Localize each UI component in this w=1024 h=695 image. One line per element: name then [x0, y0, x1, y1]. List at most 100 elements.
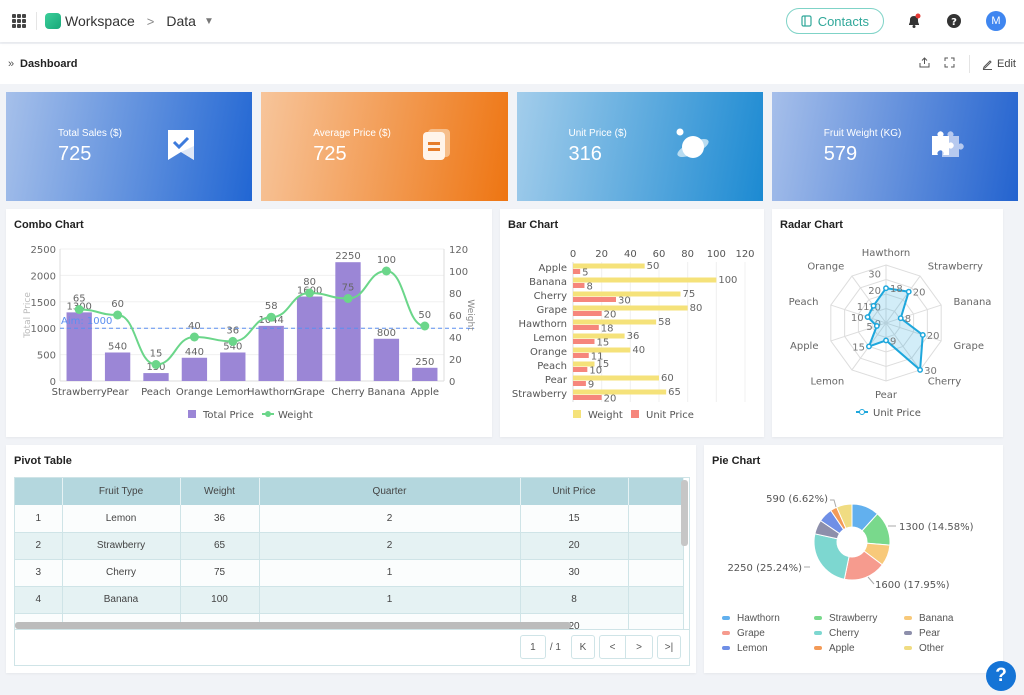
pie-legend-item[interactable]: Apple: [814, 643, 904, 654]
x-tick-label: Pear: [107, 387, 130, 398]
next-page-button[interactable]: >: [626, 635, 653, 659]
notification-bell-icon[interactable]: [906, 13, 922, 29]
kpi-card-average-price[interactable]: Average Price ($) 725: [261, 92, 508, 201]
pie-legend-item[interactable]: Pear: [904, 628, 974, 639]
user-avatar[interactable]: M: [986, 11, 1006, 31]
pie-legend-item[interactable]: Lemon: [722, 643, 814, 654]
expand-sidebar-icon[interactable]: »: [4, 55, 18, 73]
legend-label: Total Price: [202, 410, 254, 421]
legend-label: Grape: [737, 628, 765, 639]
pie-legend-item[interactable]: Strawberry: [814, 613, 904, 624]
pagination: 1 / 1 K < > >|: [519, 635, 681, 659]
radar-point: [883, 285, 889, 292]
help-float-button[interactable]: ?: [986, 661, 1016, 691]
cell-index: 1: [15, 505, 63, 533]
kpi-card-fruit-weight[interactable]: Fruit Weight (KG) 579: [771, 92, 1018, 201]
y-tick-label: Orange: [530, 347, 567, 358]
radar-axis-label: Banana: [954, 297, 992, 308]
legend-label: Cherry: [829, 628, 860, 639]
combo-chart: 05001000150020002500020406080100120Total…: [23, 245, 475, 421]
radar-data-label: 9: [890, 336, 896, 347]
pie-legend-item[interactable]: Banana: [904, 613, 974, 624]
y-tick-label: Grape: [537, 305, 568, 316]
bar: [373, 338, 400, 381]
bar-chart-card: Bar Chart 0 20 40 60 80 100 120 Apple 50 5 Banana 1…: [500, 209, 764, 437]
y-tick-label: 1000: [31, 324, 56, 335]
line-data-label: 65: [73, 294, 86, 305]
unit-price-data-label: 8: [586, 282, 592, 293]
legend-swatch: [814, 616, 822, 621]
cell-index: 3: [15, 559, 63, 587]
weight-data-label: 60: [661, 373, 674, 384]
last-page-button[interactable]: >|: [657, 635, 681, 659]
col-header-unit-price[interactable]: Unit Price: [520, 478, 629, 505]
divider: [969, 55, 971, 73]
legend-label: Banana: [919, 613, 954, 624]
y-tick-label: Lemon: [533, 333, 567, 344]
pie-slice-cherry: [813, 533, 850, 580]
radar-point: [919, 331, 926, 338]
chevron-down-icon[interactable]: ▼: [204, 16, 214, 27]
weight-data-label: 40: [632, 345, 645, 356]
contacts-button[interactable]: Contacts: [785, 8, 884, 34]
vertical-scrollbar[interactable]: [681, 480, 688, 546]
breadcrumb-workspace[interactable]: Workspace: [65, 13, 135, 29]
kpi-value: 725: [313, 143, 347, 165]
weight-data-label: 100: [718, 275, 737, 286]
cell-unit-price: 30: [520, 559, 629, 587]
weight-data-label: 65: [668, 387, 681, 398]
first-page-button[interactable]: K: [571, 635, 595, 659]
horizontal-scrollbar[interactable]: [15, 622, 571, 629]
radar-axis-label: Cherry: [928, 376, 962, 387]
pie-legend-item[interactable]: Cherry: [814, 628, 904, 639]
table-row[interactable]: 2 Strawberry 65 2 20: [15, 532, 684, 560]
radar-chart: Hawthorn Strawberry Banana Grape Cherry Pear L…: [789, 248, 992, 419]
kpi-label: Fruit Weight (KG): [823, 128, 902, 139]
legend-label: Unit Price: [873, 408, 921, 419]
kpi-card-unit-price[interactable]: Unit Price ($) 316: [516, 92, 763, 201]
x-tick-label: Lemon: [216, 387, 250, 398]
pie-legend-item[interactable]: Other: [904, 643, 974, 654]
share-export-icon[interactable]: [919, 57, 930, 71]
kpi-card-total-sales[interactable]: Total Sales ($) 725: [6, 92, 253, 201]
cell-fruit-type: Strawberry: [62, 532, 181, 560]
pie-data-label: 2250 (25.24%): [727, 563, 802, 574]
edit-button[interactable]: Edit: [982, 58, 1016, 70]
weight-point: [74, 305, 84, 314]
table-row[interactable]: 4 Banana 100 1 8: [15, 586, 684, 614]
legend-swatch-weight-dot: [265, 411, 271, 417]
pivot-table: Fruit Type Weight Quarter Unit Price 1 Le…: [14, 477, 690, 666]
weight-line: [79, 269, 426, 366]
help-icon[interactable]: ?: [946, 13, 962, 29]
radar-point: [866, 343, 872, 350]
prev-page-button[interactable]: <: [599, 635, 626, 659]
edit-label: Edit: [997, 58, 1016, 70]
pie-legend-item[interactable]: Hawthorn: [722, 613, 814, 624]
bar-data-label: 540: [108, 341, 127, 352]
y-tick-label: Strawberry: [512, 389, 567, 400]
radar-point: [870, 302, 877, 309]
x-tick-label: Peach: [141, 387, 171, 398]
breadcrumb-data[interactable]: Data: [166, 13, 196, 29]
table-footer: 1 / 1 K < > >|: [15, 629, 689, 665]
fullscreen-icon[interactable]: [944, 57, 955, 71]
weight-bar: [573, 389, 667, 395]
legend-label: Pear: [919, 628, 941, 639]
radar-chart-card: Radar Chart Hawthorn Strawberry Banana Grap…: [772, 209, 1003, 437]
y-tick-label: 2000: [31, 271, 56, 282]
pie-legend-item[interactable]: Grape: [722, 628, 814, 639]
unit-price-data-label: 5: [582, 268, 588, 279]
apps-grid-icon[interactable]: [12, 14, 26, 28]
col-header-index[interactable]: [15, 478, 63, 505]
bar: [104, 352, 131, 381]
weight-point: [381, 266, 391, 276]
table-row[interactable]: 3 Cherry 75 1 30: [15, 559, 684, 587]
page-number-input[interactable]: 1: [519, 635, 546, 659]
workspace-logo-icon: [45, 13, 61, 29]
table-row[interactable]: 1 Lemon 36 2 15: [15, 505, 684, 533]
col-header-weight[interactable]: Weight: [180, 478, 260, 505]
col-header-fruit-type[interactable]: Fruit Type: [62, 478, 181, 505]
y-tick-label: Peach: [537, 361, 567, 372]
col-header-quarter[interactable]: Quarter: [259, 478, 521, 505]
y-tick-label: 500: [37, 351, 56, 362]
